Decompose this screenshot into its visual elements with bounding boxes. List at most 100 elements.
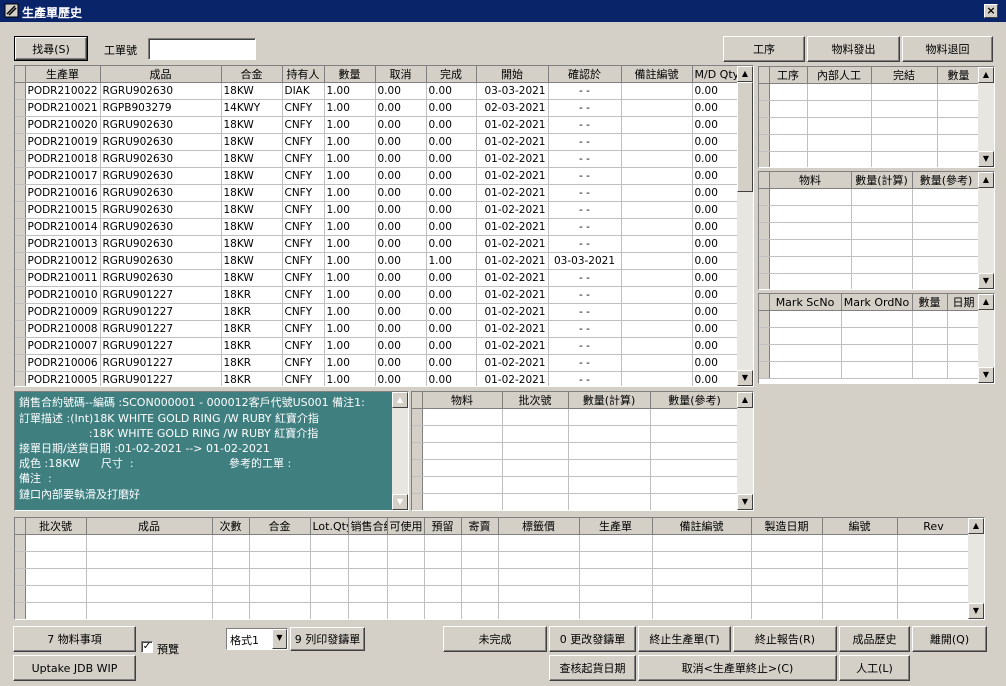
cell[interactable] [387, 602, 425, 619]
cell[interactable] [822, 585, 898, 603]
cell[interactable] [502, 459, 569, 477]
column-header[interactable]: 備註編號 [652, 518, 752, 535]
row-indicator[interactable] [412, 408, 423, 426]
cell[interactable] [652, 568, 752, 586]
chevron-down-icon[interactable]: ▼ [272, 629, 287, 649]
cell[interactable]: - - [548, 184, 622, 202]
empty-row[interactable] [15, 585, 971, 603]
cell[interactable] [652, 585, 752, 603]
row-indicator[interactable] [15, 568, 26, 586]
cell[interactable]: 1.00 [324, 150, 376, 168]
material-grid-scrollbar[interactable]: ▲ ▼ [978, 172, 994, 289]
cell[interactable] [912, 239, 981, 257]
row-indicator[interactable] [15, 303, 26, 321]
cell[interactable]: 18KW [221, 184, 283, 202]
cell[interactable]: 18KR [221, 286, 283, 304]
cell[interactable]: PODR210010 [25, 286, 101, 304]
labor-button[interactable]: 人工(L) [839, 655, 910, 681]
cell[interactable] [498, 602, 580, 619]
cell[interactable] [461, 568, 499, 586]
empty-row[interactable] [412, 459, 740, 477]
cell[interactable] [579, 534, 653, 552]
cell[interactable] [249, 568, 311, 586]
lot-grid[interactable]: 批次號成品次數合金Lot.Qty销售合约可使用預留寄賣標籤價生產單備註編號製造日… [14, 517, 985, 620]
scroll-down-icon[interactable]: ▼ [968, 603, 984, 619]
cell[interactable] [621, 371, 693, 386]
row-indicator[interactable] [15, 99, 26, 117]
cell[interactable] [579, 585, 653, 603]
cell[interactable]: 0.00 [426, 320, 477, 338]
cell[interactable]: - - [548, 337, 622, 355]
cell[interactable] [650, 425, 740, 443]
cell[interactable]: 01-02-2021 [476, 337, 549, 355]
cell[interactable]: 01-02-2021 [476, 116, 549, 134]
cell[interactable] [769, 344, 842, 362]
column-header[interactable]: Mark ScNo [769, 294, 842, 311]
cell[interactable] [86, 551, 213, 569]
table-row[interactable]: PODR210022 RGRU902630 18KW DIAK 1.00 0.00 0.00… [15, 82, 740, 100]
column-header[interactable]: 數量(計算) [568, 392, 651, 409]
table-row[interactable]: PODR210020 RGRU902630 18KW CNFY 1.00 0.00 0.00… [15, 116, 740, 134]
cell[interactable]: RGRU902630 [100, 82, 222, 100]
cell[interactable] [937, 151, 981, 167]
cell[interactable] [871, 100, 938, 118]
cell[interactable] [422, 476, 503, 494]
cell[interactable]: 1.00 [324, 167, 376, 185]
scroll-down-icon[interactable]: ▼ [978, 151, 994, 167]
cell[interactable]: 01-02-2021 [476, 286, 549, 304]
cell[interactable] [912, 273, 981, 289]
cell[interactable]: 18KW [221, 82, 283, 100]
cell[interactable] [568, 459, 651, 477]
cell[interactable] [912, 256, 981, 274]
cell[interactable]: 0.00 [375, 269, 427, 287]
row-indicator[interactable] [759, 134, 770, 152]
cell[interactable]: 1.00 [324, 218, 376, 236]
cell[interactable]: RGRU902630 [100, 116, 222, 134]
scroll-down-icon[interactable]: ▼ [737, 370, 753, 386]
cell[interactable]: CNFY [282, 184, 325, 202]
cell[interactable] [502, 493, 569, 510]
row-indicator[interactable] [759, 222, 770, 240]
empty-row[interactable] [759, 222, 981, 240]
cell[interactable]: 0.00 [692, 184, 740, 202]
cell[interactable]: PODR210019 [25, 133, 101, 151]
cell[interactable] [498, 551, 580, 569]
empty-row[interactable] [759, 134, 981, 152]
column-header[interactable]: 日期 [947, 294, 981, 311]
cell[interactable]: CNFY [282, 269, 325, 287]
lot-material-grid[interactable]: 物料 批次號 數量(計算) 數量(參考) ▲ ▼ [411, 391, 754, 511]
stop-order-button[interactable]: 終止生產單(T) [638, 626, 731, 652]
column-header[interactable]: 生產單 [579, 518, 653, 535]
cell[interactable]: - - [548, 167, 622, 185]
close-button[interactable]: × [984, 4, 998, 18]
cell[interactable]: 0.00 [375, 354, 427, 372]
cell[interactable] [249, 551, 311, 569]
column-header[interactable]: 製造日期 [751, 518, 823, 535]
table-row[interactable]: PODR210019 RGRU902630 18KW CNFY 1.00 0.00 0.00… [15, 133, 740, 151]
column-header[interactable]: Lot.Qty [310, 518, 349, 535]
cell[interactable]: 0.00 [375, 116, 427, 134]
cell[interactable] [621, 167, 693, 185]
row-indicator[interactable] [759, 256, 770, 274]
cell[interactable]: 0.00 [426, 133, 477, 151]
cell[interactable] [86, 602, 213, 619]
cell[interactable] [621, 252, 693, 270]
cell[interactable]: PODR210018 [25, 150, 101, 168]
cell[interactable]: 01-02-2021 [476, 150, 549, 168]
cell[interactable]: 0.00 [426, 184, 477, 202]
cell[interactable]: 0.00 [375, 337, 427, 355]
lot-grid-scrollbar[interactable]: ▲ ▼ [968, 518, 984, 619]
cell[interactable]: PODR210021 [25, 99, 101, 117]
table-row[interactable]: PODR210007 RGRU901227 18KR CNFY 1.00 0.00 0.00… [15, 337, 740, 355]
cell[interactable]: 0.00 [375, 133, 427, 151]
empty-row[interactable] [759, 327, 981, 345]
format-select[interactable]: 格式1 ▼ [226, 628, 288, 650]
column-header[interactable]: 物料 [769, 172, 852, 189]
cell[interactable]: 0.00 [426, 99, 477, 117]
cell[interactable] [841, 327, 913, 345]
cell[interactable]: 0.00 [375, 99, 427, 117]
cell[interactable]: 18KR [221, 337, 283, 355]
mark-grid[interactable]: Mark ScNo Mark OrdNo 數量 日期 ▲ ▼ [758, 293, 995, 384]
column-header[interactable]: 編號 [822, 518, 898, 535]
cell[interactable]: 18KW [221, 167, 283, 185]
